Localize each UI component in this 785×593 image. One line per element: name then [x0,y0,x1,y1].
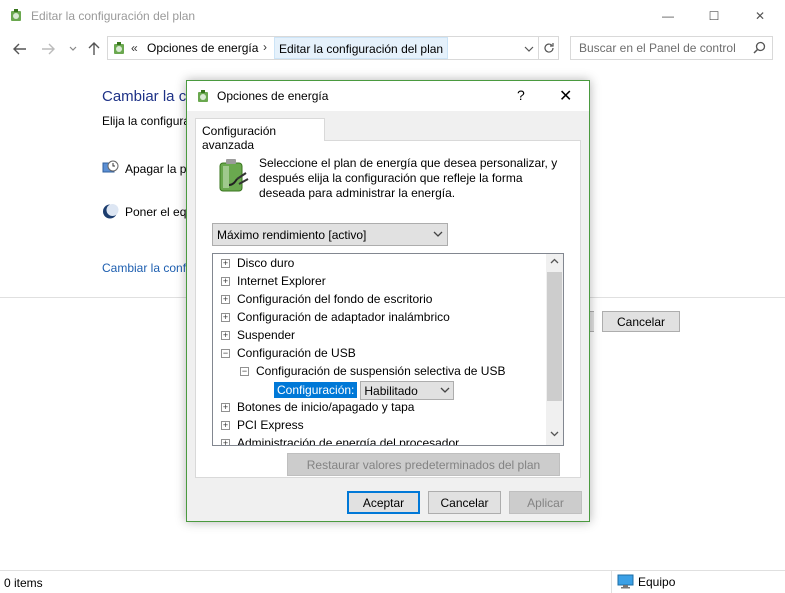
scrollbar-thumb[interactable] [547,272,562,401]
ok-button[interactable]: Aceptar [347,491,420,514]
window-title: Editar la configuración del plan [31,9,196,23]
tree-item-label: Configuración de adaptador inalámbrico [237,310,450,324]
scroll-down-icon[interactable] [550,429,559,440]
setting-dropdown-value: Habilitado [364,383,418,398]
tree-item-pci-express[interactable]: + PCI Express [221,416,304,434]
page-subtitle: Elija la configura [102,114,191,128]
tree-item-label: Internet Explorer [237,274,326,288]
tree-item-label: Administración de energía del procesador [237,436,460,446]
computer-zone: Equipo [617,574,675,589]
computer-icon [617,574,634,589]
plan-dropdown-value: Máximo rendimiento [activo] [217,228,367,242]
tree-item-label: PCI Express [237,418,304,432]
page-title: Cambiar la c [102,88,187,105]
dialog-titlebar: Opciones de energía ? ✕ [187,81,589,111]
display-clock-icon [102,160,119,173]
tree-item-wireless-adapter[interactable]: + Configuración de adaptador inalámbrico [221,308,450,326]
tree-item-label: Suspender [237,328,296,342]
search-placeholder: Buscar en el Panel de control [579,41,736,55]
power-options-dialog: Opciones de energía ? ✕ Configuración av… [186,80,590,522]
search-input[interactable]: Buscar en el Panel de control [570,36,773,60]
advanced-settings-link[interactable]: Cambiar la conf [102,261,186,275]
tree-item-label: Configuración de suspensión selectiva de… [256,364,506,378]
tree-item-power-buttons[interactable]: + Botones de inicio/apagado y tapa [221,398,414,416]
tree-item-label: Configuración de USB [237,346,356,360]
collapse-icon[interactable]: − [240,366,249,376]
turn-off-display-row: Apagar la p [102,160,186,177]
expand-icon[interactable]: + [221,258,230,268]
background-cancel-button[interactable]: Cancelar [602,311,680,332]
apply-button[interactable]: Aplicar [509,491,582,514]
expand-icon[interactable]: + [221,294,230,304]
computer-label: Equipo [638,574,676,589]
tree-item-sleep[interactable]: + Suspender [221,326,295,344]
back-arrow-icon[interactable] [11,40,29,58]
breadcrumb-separator-icon[interactable]: › [263,40,267,54]
control-panel-icon [114,42,124,54]
tree-item-internet-explorer[interactable]: + Internet Explorer [221,272,326,290]
recent-locations-icon[interactable] [64,40,82,58]
tree-item-usb-settings[interactable]: − Configuración de USB [221,344,356,362]
up-arrow-icon[interactable] [85,40,103,58]
plan-dropdown[interactable]: Máximo rendimiento [activo] [212,223,448,246]
dialog-description: Seleccione el plan de energía que desea … [259,156,558,200]
expand-icon[interactable]: + [221,420,230,430]
battery-plug-icon [219,159,249,192]
status-bar: 0 items Equipo [0,570,785,593]
scroll-up-icon[interactable] [550,256,559,267]
tree-item-processor[interactable]: + Administración de energía del procesad… [221,434,460,446]
expand-icon[interactable]: + [221,312,230,322]
expand-icon[interactable]: + [221,330,230,340]
setting-label: Configuración: [274,382,358,398]
tree-item-usb-selective-suspend[interactable]: − Configuración de suspensión selectiva … [240,362,505,380]
sleep-row: Poner el eq [102,203,186,220]
collapse-icon[interactable]: − [221,348,230,358]
turn-off-display-label: Apagar la p [125,161,187,176]
settings-tree[interactable]: + Disco duro + Internet Explorer + Confi… [212,253,564,446]
tree-item-desktop-background[interactable]: + Configuración del fondo de escritorio [221,290,432,308]
chevron-down-icon [440,383,450,400]
status-separator [611,571,612,593]
tree-item-hard-disk[interactable]: + Disco duro [221,254,294,272]
tab-advanced-settings[interactable]: Configuración avanzada [195,118,325,152]
address-bar[interactable]: « Opciones de energía › Editar la config… [107,36,559,60]
minimize-button[interactable]: — [645,0,691,31]
tree-item-label: Disco duro [237,256,295,270]
search-icon[interactable] [753,41,766,57]
refresh-icon[interactable] [538,37,558,59]
setting-dropdown[interactable]: Habilitado [360,380,455,400]
expand-icon[interactable]: + [221,438,230,445]
forward-arrow-icon[interactable] [39,40,57,58]
sleep-moon-icon [103,204,119,219]
tree-item-label: Botones de inicio/apagado y tapa [237,400,415,414]
tree-item-setting-value[interactable]: Configuración: Habilitado [274,380,455,400]
maximize-button[interactable]: ☐ [691,0,737,31]
window-titlebar: Editar la configuración del plan — ☐ ✕ [0,0,785,32]
breadcrumb-edit-plan[interactable]: Editar la configuración del plan [274,37,449,59]
breadcrumb-power-options[interactable]: Opciones de energía [147,41,258,55]
restore-defaults-button[interactable]: Restaurar valores predeterminados del pl… [287,453,560,476]
dialog-close-button[interactable]: ✕ [559,86,572,106]
power-options-icon [11,9,21,21]
tree-scrollbar[interactable] [546,254,563,445]
power-options-icon [198,90,208,102]
dialog-title: Opciones de energía [217,89,329,103]
address-dropdown-icon[interactable] [524,41,534,55]
close-button[interactable]: ✕ [737,0,783,31]
item-count: 0 items [4,576,43,590]
expand-icon[interactable]: + [221,402,230,412]
chevron-down-icon [433,227,443,244]
expand-icon[interactable]: + [221,276,230,286]
sleep-label: Poner el eq [125,204,187,219]
tree-item-label: Configuración del fondo de escritorio [237,292,433,306]
breadcrumb-overflow-icon[interactable]: « [131,41,138,55]
help-button[interactable]: ? [517,87,525,103]
cancel-button[interactable]: Cancelar [428,491,501,514]
